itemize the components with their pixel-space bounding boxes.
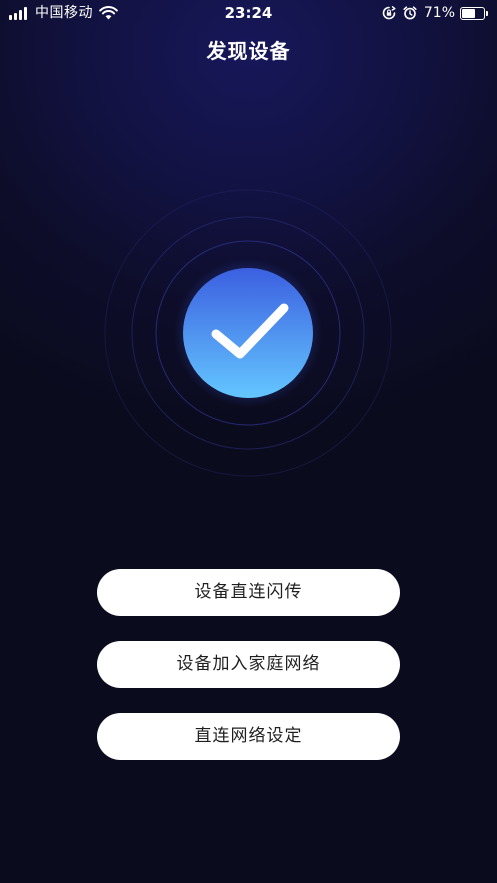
- page-title: 发现设备: [206, 39, 291, 63]
- direct-network-settings-button[interactable]: 直连网络设定: [97, 713, 400, 760]
- battery-icon: [460, 6, 488, 20]
- orientation-lock-icon: [382, 6, 396, 20]
- direct-flash-button[interactable]: 设备直连闪传: [97, 569, 400, 616]
- alarm-icon: [403, 6, 417, 20]
- success-indicator: [103, 188, 393, 478]
- battery-percentage: 71%: [423, 5, 455, 21]
- status-bar: 中国移动 23:24 71%: [0, 0, 497, 26]
- status-bar-right: 71%: [382, 3, 488, 23]
- join-home-network-button[interactable]: 设备加入家庭网络: [97, 641, 400, 688]
- battery-level-fill: [462, 8, 475, 18]
- success-circle: [183, 268, 313, 398]
